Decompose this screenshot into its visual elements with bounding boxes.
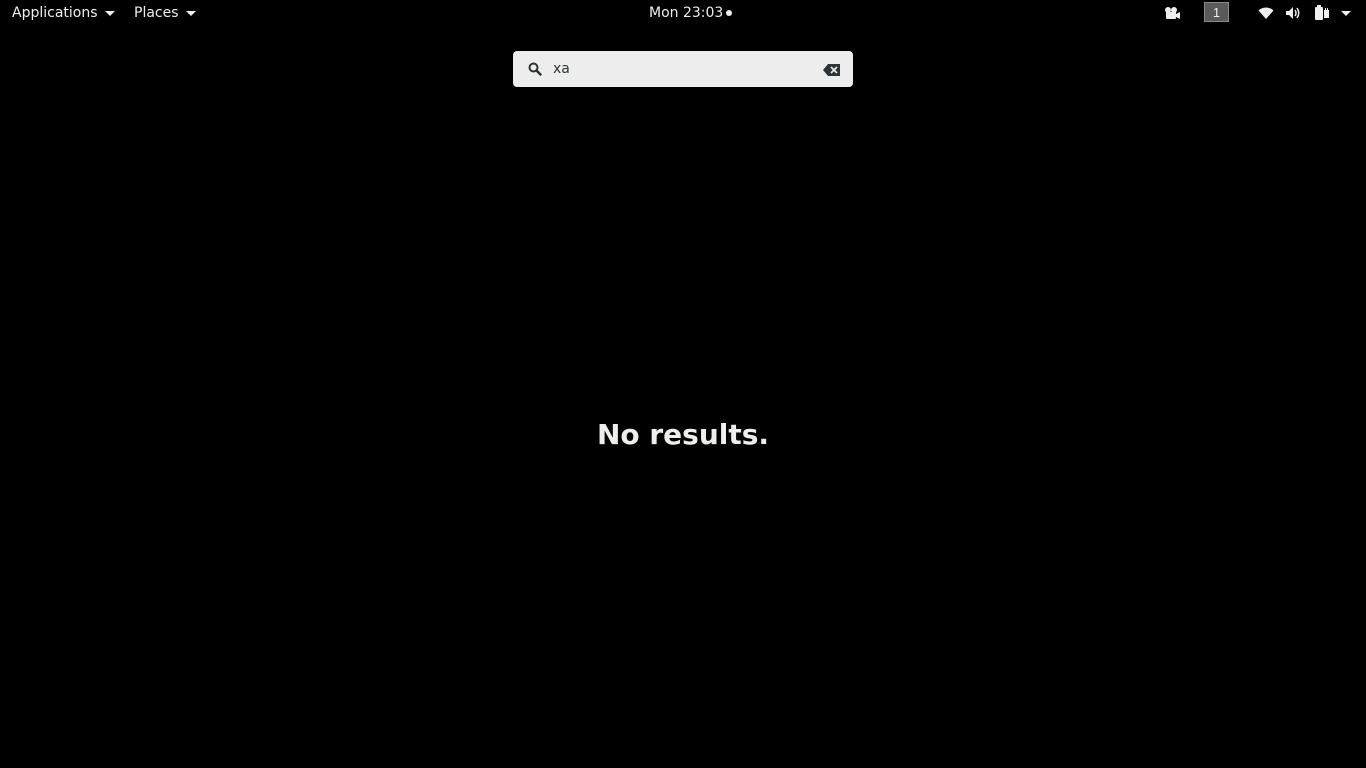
battery-icon[interactable] xyxy=(1313,4,1331,22)
workspace-indicator[interactable]: 1 xyxy=(1204,2,1229,22)
workspace-number: 1 xyxy=(1212,4,1221,20)
chevron-down-icon xyxy=(185,11,196,16)
no-results-message: No results. xyxy=(596,418,770,451)
search-icon xyxy=(527,61,543,77)
places-menu[interactable]: Places xyxy=(134,0,196,26)
notification-dot-icon xyxy=(726,10,733,16)
places-menu-label: Places xyxy=(134,5,179,21)
wifi-icon[interactable] xyxy=(1257,4,1275,22)
system-menu-chevron-down-icon[interactable] xyxy=(1340,4,1352,22)
applications-menu-label: Applications xyxy=(12,5,98,21)
clear-icon[interactable] xyxy=(823,62,841,76)
top-bar: Applications Places Mon 23:03 1 xyxy=(0,0,1366,26)
clock-label: Mon 23:03 xyxy=(649,5,724,21)
volume-icon[interactable] xyxy=(1285,4,1303,22)
clock[interactable]: Mon 23:03 xyxy=(649,0,733,26)
search-input[interactable] xyxy=(553,59,813,79)
search-box[interactable] xyxy=(513,51,853,87)
camera-icon[interactable] xyxy=(1162,4,1182,22)
applications-menu[interactable]: Applications xyxy=(12,0,115,26)
chevron-down-icon xyxy=(104,11,115,16)
